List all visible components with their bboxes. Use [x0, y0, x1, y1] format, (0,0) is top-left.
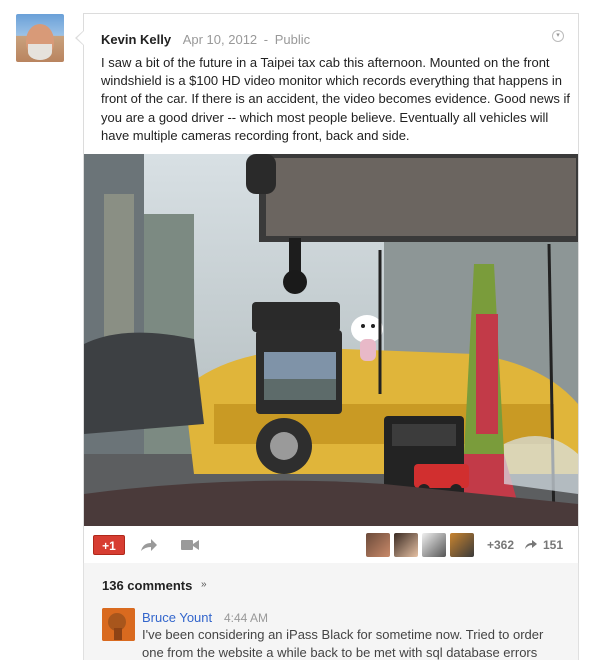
card-pointer-inner	[77, 31, 84, 45]
comment-avatar[interactable]	[102, 608, 135, 641]
post-privacy[interactable]: Public	[275, 32, 310, 47]
plusoner-avatar[interactable]	[394, 533, 418, 557]
reshare-arrow-icon	[525, 540, 537, 549]
post-card: Kevin Kelly Apr 10, 2012 - Public ▾ I sa…	[83, 13, 579, 564]
comment-time[interactable]: 4:44 AM	[224, 611, 268, 625]
double-chevron-down-icon[interactable]: »	[201, 579, 207, 590]
share-icon[interactable]	[139, 537, 159, 553]
plusoner-avatar[interactable]	[450, 533, 474, 557]
post-header: Kevin Kelly Apr 10, 2012 - Public	[101, 32, 310, 47]
post-photo[interactable]	[84, 154, 578, 526]
comments-count[interactable]: 136 comments	[102, 578, 192, 593]
plusoner-avatar[interactable]	[422, 533, 446, 557]
plusone-count[interactable]: +362	[487, 538, 514, 552]
reshare-count[interactable]: 151	[543, 538, 563, 552]
plusoner-avatar[interactable]	[366, 533, 390, 557]
author-avatar[interactable]	[16, 14, 64, 62]
comment-author[interactable]: Bruce Yount	[142, 610, 212, 625]
plusone-button[interactable]: +1	[93, 535, 125, 555]
post-body: I saw a bit of the future in a Taipei ta…	[101, 55, 570, 143]
comment-text: I've been considering an iPass Black for…	[142, 627, 544, 660]
chevron-down-icon[interactable]: ▾	[552, 30, 564, 42]
post-author[interactable]: Kevin Kelly	[101, 32, 171, 47]
action-bar: +1 +362 151	[84, 526, 578, 564]
dashcam-photo-image	[84, 154, 578, 526]
video-camera-icon[interactable]	[180, 537, 200, 553]
post-date[interactable]: Apr 10, 2012	[183, 32, 257, 47]
commenter-photo	[102, 608, 135, 641]
comments-section: 136 comments » Bruce Yount 4:44 AM I've …	[83, 563, 579, 660]
header-separator: -	[263, 32, 269, 47]
avatar-beard	[28, 44, 52, 60]
